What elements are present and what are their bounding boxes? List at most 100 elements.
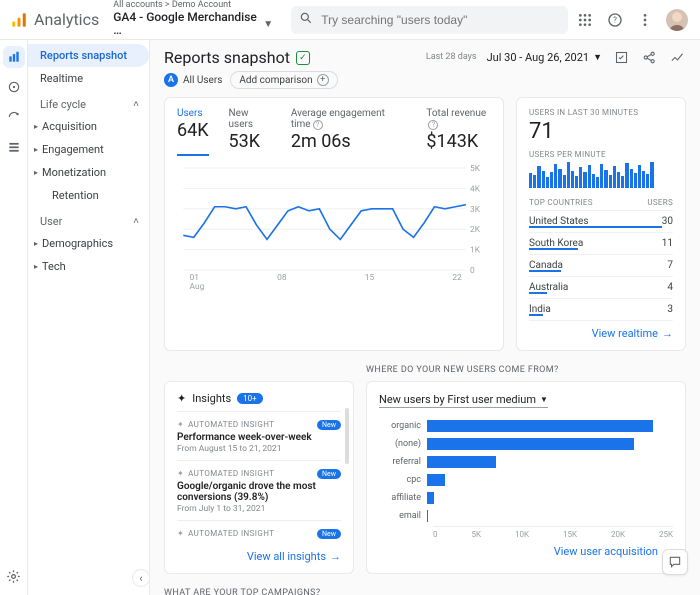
nav-reports-snapshot[interactable]: Reports snapshot	[28, 44, 149, 67]
insight-item[interactable]: ✦AUTOMATED INSIGHT New Performance week-…	[177, 411, 341, 460]
acq-bar-row: (none)	[379, 436, 673, 452]
arrow-right-icon: →	[330, 550, 341, 563]
help-icon[interactable]: ?	[606, 11, 624, 29]
segment-dot-icon: A	[164, 73, 178, 87]
section-question-acquisition: WHERE DO YOUR NEW USERS COME FROM?	[366, 365, 686, 375]
more-icon[interactable]	[636, 11, 654, 29]
metric-average-engagement-time[interactable]: Average engagement time?2m 06s	[291, 108, 407, 156]
plus-icon: +	[317, 74, 329, 86]
chevron-down-icon: ▼	[540, 395, 548, 404]
date-range-label: Last 28 days	[426, 53, 477, 63]
sparkle-icon: ✦	[177, 392, 186, 405]
nav-retention[interactable]: Retention	[28, 184, 149, 207]
apps-icon[interactable]	[576, 11, 594, 29]
collapse-nav-button[interactable]: ‹	[132, 569, 150, 587]
nav-monetization[interactable]: ▸Monetization	[28, 161, 149, 184]
country-row[interactable]: United States 30	[529, 211, 673, 233]
add-comparison-button[interactable]: Add comparison +	[230, 71, 337, 89]
verified-icon: ✓	[296, 51, 310, 65]
country-row[interactable]: South Korea 11	[529, 233, 673, 255]
insights-count-badge: 10+	[237, 393, 263, 404]
upm-label: USERS PER MINUTE	[529, 150, 673, 159]
caret-right-icon: ▸	[34, 122, 38, 131]
rail-advertising-icon[interactable]	[3, 106, 25, 128]
insights-heading: Insights	[192, 392, 231, 405]
view-realtime-link[interactable]: View realtime →	[529, 327, 673, 340]
svg-text:5K: 5K	[470, 163, 481, 173]
product-name: Analytics	[34, 10, 99, 29]
acq-bar-row: cpc	[379, 472, 673, 488]
date-range-picker[interactable]: Jul 30 - Aug 26, 2021 ▼	[487, 51, 602, 64]
caret-right-icon: ▸	[34, 145, 38, 154]
chevron-up-icon: ˄	[133, 99, 139, 110]
insights-card: ✦ Insights 10+ ✦AUTOMATED INSIGHT New Pe…	[164, 381, 354, 574]
insight-item[interactable]: ✦AUTOMATED INSIGHT New	[177, 520, 341, 544]
metric-new-users[interactable]: New users53K	[229, 108, 271, 156]
avatar[interactable]	[666, 9, 688, 31]
property-name: GA4 - Google Merchandise …	[113, 11, 259, 37]
view-user-acquisition-link[interactable]: View user acquisition →	[379, 545, 673, 558]
users-line-chart: 01Aug081522 5K4K3K2K1K0	[177, 162, 491, 292]
caret-right-icon: ▸	[34, 262, 38, 271]
acq-bar-row: organic	[379, 418, 673, 434]
rail-configure-icon[interactable]	[3, 136, 25, 158]
nav-engagement[interactable]: ▸Engagement	[28, 138, 149, 161]
acq-dimension-picker[interactable]: New users by First user medium ▼	[379, 393, 548, 408]
rail-reports-icon[interactable]	[3, 46, 25, 68]
top-countries-label: TOP COUNTRIES	[529, 198, 593, 207]
rail-explore-icon[interactable]	[3, 76, 25, 98]
property-selector[interactable]: All accounts > Demo Account GA4 - Google…	[113, 1, 273, 37]
realtime-heading: USERS IN LAST 30 MINUTES	[529, 108, 673, 117]
country-row[interactable]: Australia 4	[529, 277, 673, 299]
rail-admin-icon[interactable]	[3, 565, 25, 587]
help-icon: ?	[313, 120, 323, 130]
svg-text:22: 22	[452, 272, 462, 282]
country-row[interactable]: Canada 7	[529, 255, 673, 277]
realtime-value: 71	[529, 119, 673, 144]
insights-icon[interactable]	[668, 49, 686, 67]
chevron-down-icon: ▼	[263, 19, 273, 30]
upm-sparkbars	[529, 162, 673, 188]
acq-bar-row: affiliate	[379, 490, 673, 506]
scrollbar[interactable]	[345, 408, 349, 464]
share-icon[interactable]	[640, 49, 658, 67]
feedback-button[interactable]	[662, 549, 688, 575]
caret-right-icon: ▸	[34, 239, 38, 248]
nav-acquisition[interactable]: ▸Acquisition	[28, 115, 149, 138]
search-input[interactable]	[319, 12, 560, 28]
arrow-right-icon: →	[662, 327, 673, 340]
metric-users[interactable]: Users64K	[177, 108, 209, 156]
acq-bar-row: email	[379, 508, 673, 524]
customize-report-icon[interactable]	[612, 49, 630, 67]
svg-text:2K: 2K	[470, 224, 481, 234]
acq-bar-chart: organic (none) referral cpc affiliate em…	[379, 418, 673, 524]
chevron-down-icon: ▼	[593, 52, 602, 63]
nav-demographics[interactable]: ▸Demographics	[28, 232, 149, 255]
nav-tech[interactable]: ▸Tech	[28, 255, 149, 278]
view-all-insights-link[interactable]: View all insights →	[177, 550, 341, 563]
page-title: Reports snapshot ✓	[164, 48, 310, 67]
svg-text:1K: 1K	[470, 245, 481, 255]
new-badge: New	[317, 469, 341, 479]
new-badge: New	[317, 420, 341, 430]
metric-total-revenue[interactable]: Total revenue?$143K	[426, 108, 491, 156]
acquisition-card: New users by First user medium ▼ organic…	[366, 381, 686, 574]
country-row[interactable]: India 3	[529, 299, 673, 321]
nav-group-lifecycle[interactable]: Life cycle˄	[28, 90, 149, 115]
svg-text:?: ?	[613, 15, 617, 24]
sparkle-icon: ✦	[177, 469, 184, 478]
svg-text:4K: 4K	[470, 184, 481, 194]
chevron-up-icon: ˄	[133, 216, 139, 227]
users-col-label: USERS	[647, 198, 673, 207]
nav-group-user[interactable]: User˄	[28, 207, 149, 232]
nav-realtime[interactable]: Realtime	[28, 67, 149, 90]
overview-card: Users64K New users53K Average engagement t…	[164, 97, 504, 351]
svg-text:0: 0	[470, 265, 475, 275]
insight-item[interactable]: ✦AUTOMATED INSIGHT New Google/organic dr…	[177, 460, 341, 520]
sparkle-icon: ✦	[177, 420, 184, 429]
caret-right-icon: ▸	[34, 168, 38, 177]
segment-all-users[interactable]: A All Users	[164, 73, 222, 87]
search-box[interactable]	[291, 6, 568, 34]
help-icon: ?	[428, 120, 438, 130]
svg-text:Aug: Aug	[190, 281, 205, 291]
